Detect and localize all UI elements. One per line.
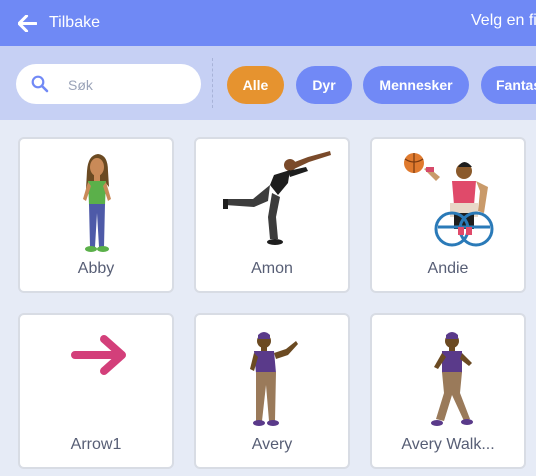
sprite-name: Avery (251, 436, 293, 453)
sprite-thumbnail (431, 332, 473, 426)
sprite-card-arrow1[interactable]: Arrow1 (18, 313, 174, 469)
sprite-card-abby[interactable]: Abby (18, 137, 174, 293)
sprite-thumbnail (250, 332, 298, 426)
sprite-grid: Abby Amon Andie Arrow1 Avery Avery Walk.… (0, 120, 536, 476)
back-button[interactable]: Tilbake (18, 11, 100, 35)
sprite-name: Avery Walk... (401, 436, 495, 453)
sprite-card-avery-walking[interactable]: Avery Walk... (370, 313, 526, 469)
sprite-card-amon[interactable]: Amon (194, 137, 350, 293)
search-input[interactable] (66, 72, 195, 98)
filter-divider (212, 58, 213, 108)
back-label: Tilbake (49, 14, 100, 31)
search-icon (31, 75, 49, 93)
filter-bar: Alle Dyr Mennesker Fantasi (0, 46, 536, 120)
sprite-name: Amon (251, 260, 293, 277)
sprite-thumbnail (71, 335, 126, 375)
sprite-card-andie[interactable]: Andie (370, 137, 526, 293)
search-box[interactable] (16, 64, 201, 104)
arrow-left-icon (18, 14, 37, 32)
tag-animals[interactable]: Dyr (296, 66, 352, 104)
tag-all[interactable]: Alle (227, 66, 284, 104)
sprite-card-avery[interactable]: Avery (194, 313, 350, 469)
tag-people[interactable]: Mennesker (363, 66, 469, 104)
sprite-thumbnail (223, 151, 331, 245)
sprite-thumbnail (404, 153, 494, 247)
sprite-name: Andie (427, 260, 469, 277)
library-header: Tilbake Velg en figur (0, 0, 536, 46)
sprite-name: Arrow1 (70, 436, 122, 453)
tag-fantasy[interactable]: Fantasi (481, 66, 536, 104)
page-title: Velg en figur (471, 12, 536, 29)
sprite-name: Abby (77, 260, 115, 277)
sprite-thumbnail (83, 154, 111, 252)
